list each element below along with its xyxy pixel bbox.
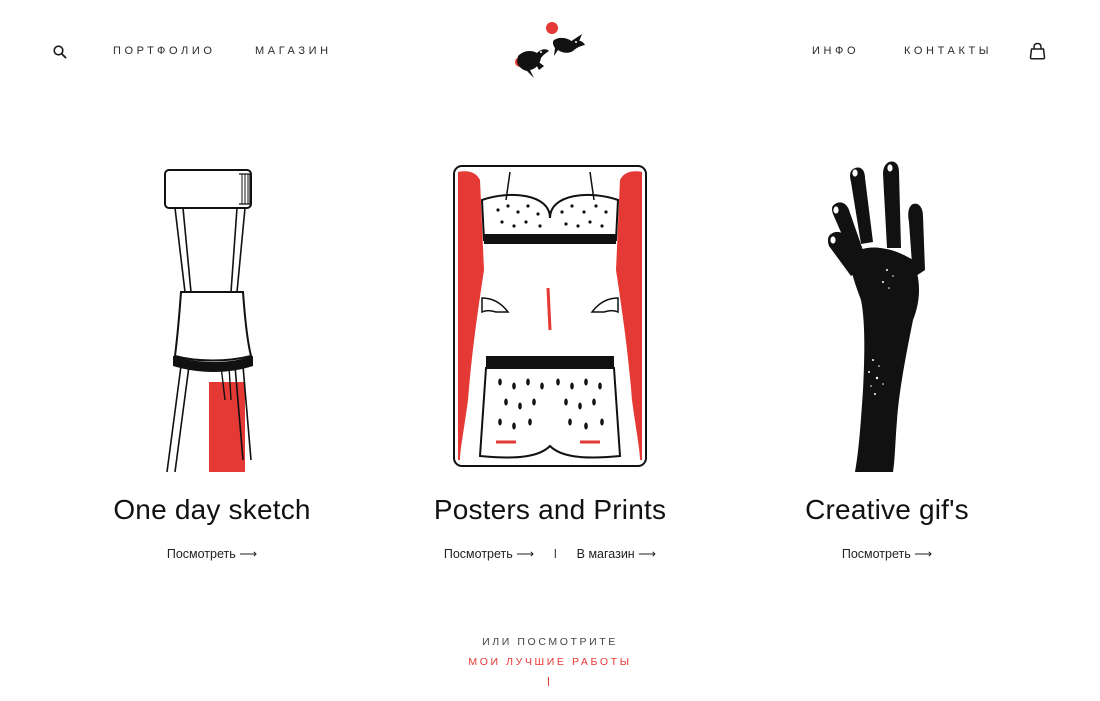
hand-illustration[interactable] [817,160,957,472]
or-see-text: ИЛИ ПОСМОТРИТЕ [482,636,618,648]
scroll-indicator [548,677,549,686]
view-link[interactable]: Посмотреть ⟶ [167,547,257,561]
view-link[interactable]: Посмотреть ⟶ [444,547,534,561]
portfolio-card-gifs: Creative gif's Посмотреть ⟶ [727,160,1047,561]
nav-contacts-link[interactable]: КОНТАКТЫ [904,45,992,57]
search-icon[interactable] [52,44,68,60]
portfolio-card-sketch: One day sketch Посмотреть ⟶ [52,160,372,561]
best-works-link[interactable]: МОИ ЛУЧШИЕ РАБОТЫ [0,656,1100,668]
card-links: Посмотреть ⟶ [52,546,372,561]
card-links: Посмотреть ⟶ I В магазин ⟶ [390,546,710,561]
shopping-bag-icon[interactable] [1029,42,1046,60]
portfolio-card-posters: Posters and Prints Посмотреть ⟶ I В мага… [390,160,710,561]
link-separator: I [553,547,558,561]
top-navigation: ПОРТФОЛИО МАГАЗИН ИНФО КОНТАКТЫ [0,0,1100,100]
card-title: Creative gif's [805,494,969,525]
card-links: Посмотреть ⟶ [727,546,1047,561]
nav-info-link[interactable]: ИНФО [812,45,859,57]
card-title: Posters and Prints [433,494,667,525]
view-link[interactable]: Посмотреть ⟶ [842,547,932,561]
chair-illustration[interactable] [147,160,277,472]
shop-link[interactable]: В магазин ⟶ [577,547,656,561]
nav-portfolio-link[interactable]: ПОРТФОЛИО [113,45,216,57]
card-title: One day sketch [113,494,311,525]
birds-logo-icon[interactable] [510,20,592,82]
poster-illustration[interactable] [450,160,650,472]
nav-shop-link[interactable]: МАГАЗИН [255,45,332,57]
